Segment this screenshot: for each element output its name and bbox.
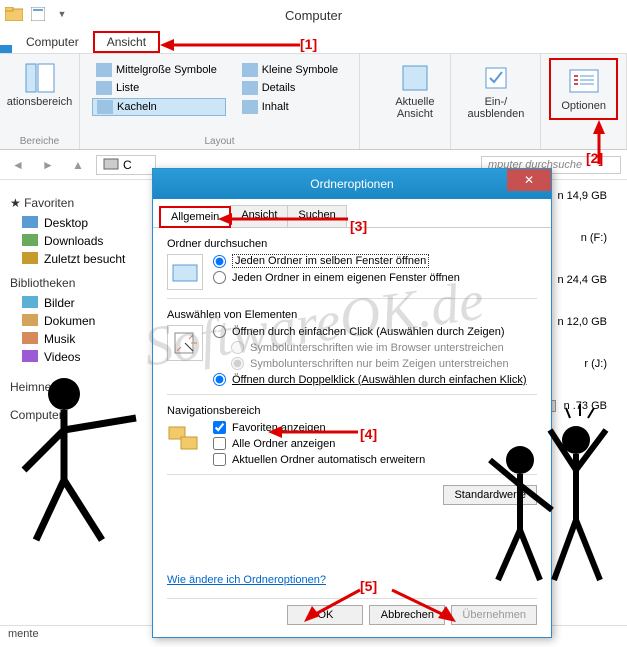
annotation-5: [5] xyxy=(360,578,377,594)
sidebar-group-favorites[interactable]: ★ Favoriten xyxy=(10,196,134,210)
forward-button[interactable]: ► xyxy=(36,153,60,177)
arrow-to-allgemein xyxy=(218,210,348,228)
properties-icon[interactable] xyxy=(28,4,48,24)
arrow-to-cancel xyxy=(386,586,466,626)
section-browse-label: Ordner durchsuchen xyxy=(167,238,537,250)
layout-medium-icons[interactable]: Mittelgroße Symbole xyxy=(92,62,226,78)
layout-small-icons[interactable]: Kleine Symbole xyxy=(238,62,347,78)
annotation-4: [4] xyxy=(360,426,377,442)
ribbon-group-current-view: Aktuelle Ansicht xyxy=(379,54,451,149)
navpane-folders-icon xyxy=(167,421,203,457)
back-button[interactable]: ◄ xyxy=(6,153,30,177)
up-button[interactable]: ▲ xyxy=(66,153,90,177)
layout-content[interactable]: Inhalt xyxy=(238,98,347,116)
layout-list[interactable]: Liste xyxy=(92,80,226,96)
radio-single-click[interactable]: Öffnen durch einfachen Click (Auswählen … xyxy=(213,325,527,338)
radio-underline-hover: Symbolunterschriften nur beim Zeigen unt… xyxy=(213,357,527,370)
browse-folders-icon xyxy=(167,254,203,290)
sidebar-item-pictures[interactable]: Bilder xyxy=(6,294,134,312)
click-behavior-icon xyxy=(167,325,203,361)
sidebar-item-downloads[interactable]: Downloads xyxy=(6,232,134,250)
current-view-button[interactable]: Aktuelle Ansicht xyxy=(387,58,442,124)
ribbon-group-layout: Mittelgroße Symbole Kleine Symbole Liste… xyxy=(80,54,360,149)
radio-underline-browser: Symbolunterschriften wie im Browser unte… xyxy=(213,341,527,354)
navigation-pane-button[interactable]: ationsbereich xyxy=(8,58,71,112)
window-title: Computer xyxy=(285,8,342,23)
arrow-to-navpane xyxy=(268,420,358,444)
radio-same-window[interactable]: Jeden Ordner im selben Fenster öffnen xyxy=(213,254,460,268)
check-auto-expand[interactable]: Aktuellen Ordner automatisch erweitern xyxy=(213,453,425,466)
options-button[interactable]: Optionen xyxy=(553,62,614,116)
stick-figure-left xyxy=(16,370,156,550)
radio-own-window[interactable]: Jeden Ordner in einem eigenen Fenster öf… xyxy=(213,271,460,284)
sidebar-item-videos[interactable]: Videos xyxy=(6,348,134,366)
sidebar-item-desktop[interactable]: Desktop xyxy=(6,214,134,232)
section-click-label: Auswählen von Elementen xyxy=(167,309,537,321)
title-bar: ▼ Computer xyxy=(0,0,627,30)
navpane-icon xyxy=(24,62,56,94)
layout-details[interactable]: Details xyxy=(238,80,347,96)
ribbon: ationsbereich Bereiche Mittelgroße Symbo… xyxy=(0,54,627,150)
annotation-1: [1] xyxy=(300,36,317,52)
folder-icon xyxy=(4,4,24,24)
quick-access-toolbar: ▼ xyxy=(4,4,72,24)
computer-tab[interactable]: Computer xyxy=(12,31,93,53)
sidebar-group-libraries[interactable]: Bibliotheken xyxy=(10,276,134,290)
ansicht-tab[interactable]: Ansicht xyxy=(93,31,160,53)
help-link[interactable]: Wie ändere ich Ordneroptionen? xyxy=(167,574,326,586)
arrow-to-ansicht xyxy=(160,36,300,54)
sidebar-item-recent[interactable]: Zuletzt besucht xyxy=(6,250,134,268)
breadcrumb[interactable]: C xyxy=(96,155,156,175)
sidebar-item-music[interactable]: Musik xyxy=(6,330,134,348)
checkbox-icon xyxy=(480,62,512,94)
group-label-layout: Layout xyxy=(88,136,351,147)
sort-icon xyxy=(399,62,431,94)
layout-tiles[interactable]: Kacheln xyxy=(92,98,226,116)
group-label-bereiche: Bereiche xyxy=(8,136,71,147)
qat-dropdown-icon[interactable]: ▼ xyxy=(52,4,72,24)
show-hide-button[interactable]: Ein-/ ausblenden xyxy=(459,58,532,124)
dialog-title: Ordneroptionen xyxy=(310,177,393,191)
ribbon-group-panes: ationsbereich Bereiche xyxy=(0,54,80,149)
radio-double-click[interactable]: Öffnen durch Doppelklick (Auswählen durc… xyxy=(213,373,527,386)
annotation-3: [3] xyxy=(350,218,367,234)
ribbon-group-showhide: Ein-/ ausblenden xyxy=(451,54,541,149)
computer-icon xyxy=(103,158,119,172)
dialog-close-button[interactable]: ✕ xyxy=(507,169,551,191)
ribbon-group-options: Optionen xyxy=(541,54,627,149)
sidebar-item-documents[interactable]: Dokumen xyxy=(6,312,134,330)
annotation-2: [2] xyxy=(586,150,603,166)
dialog-title-bar: Ordneroptionen ✕ xyxy=(153,169,551,199)
file-tab[interactable] xyxy=(0,45,12,53)
options-icon xyxy=(568,66,600,98)
stick-figures-right xyxy=(480,400,620,600)
